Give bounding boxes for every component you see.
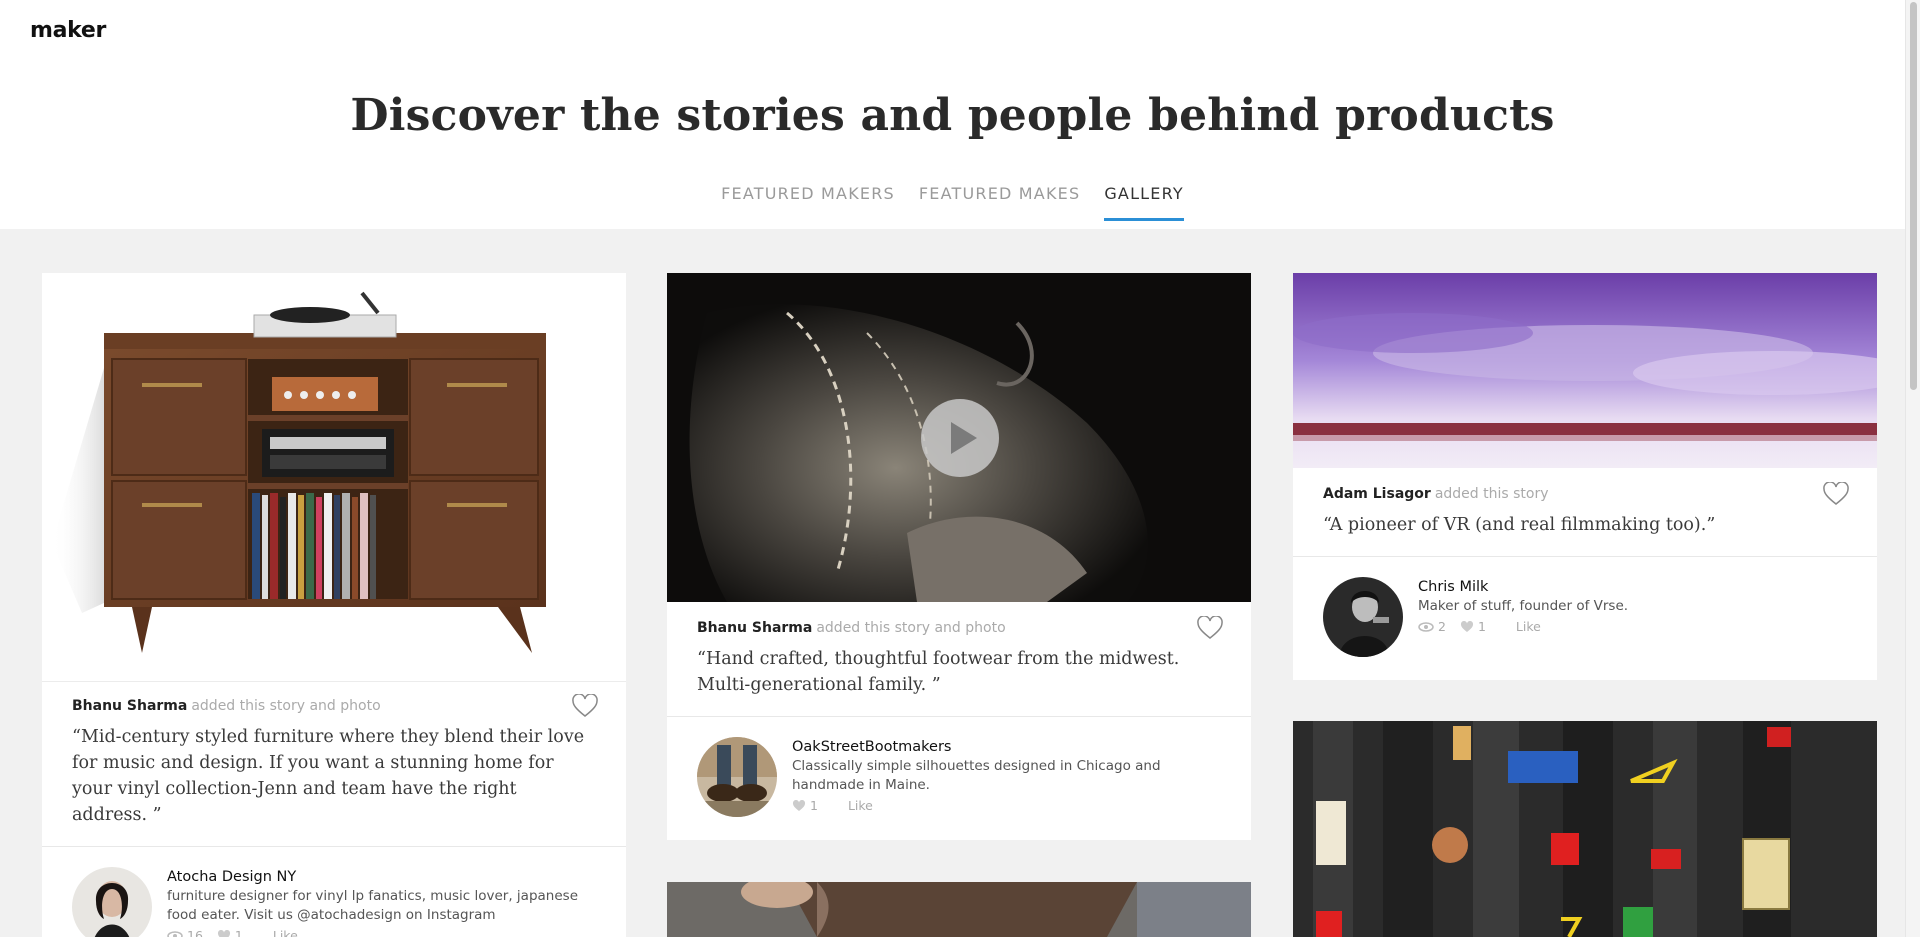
tab-gallery[interactable]: GALLERY [1104,184,1184,221]
likes-count: 1 [234,928,243,937]
sky-image [1293,273,1877,468]
play-button[interactable] [921,399,999,477]
gallery-card: Bhanu Sharma added this story and photo “… [42,273,626,937]
scrollbar-thumb[interactable] [1910,2,1917,390]
likes-stat: 1 [792,798,818,813]
header: maker Discover the stories and people be… [0,0,1905,229]
story-attribution: Bhanu Sharma added this story and photo [72,698,596,714]
views-stat: 2 [1418,619,1446,634]
tab-featured-makes[interactable]: FEATURED MAKES [919,184,1080,221]
maker-name[interactable]: Atocha Design NY [167,869,596,885]
heart-small-icon [1460,620,1473,632]
card-photo[interactable] [1293,273,1877,468]
story-quote: “A pioneer of VR (and real filmmaking to… [1323,515,1716,535]
story-action: added this story and photo [191,698,381,714]
likes-count: 1 [1477,619,1486,634]
like-button[interactable]: Like [273,928,298,937]
maker-description: Maker of stuff, founder of Vrse. [1418,598,1629,614]
views-count: 2 [1438,619,1446,634]
heart-icon[interactable] [1823,482,1849,506]
avatar[interactable] [697,737,777,817]
eye-icon [1418,621,1434,632]
card-meta: Bhanu Sharma added this story and photo “… [42,682,626,828]
story-author[interactable]: Bhanu Sharma [72,698,187,714]
heart-icon[interactable] [572,694,598,718]
card-video[interactable] [667,273,1251,602]
maker-name[interactable]: Chris Milk [1418,579,1628,595]
card-photo[interactable] [42,273,626,681]
avatar[interactable] [72,867,152,937]
story-quote: “Hand crafted, thoughtful footwear from … [697,649,1180,695]
furniture-image [52,291,546,653]
story-attribution: Adam Lisagor added this story [1323,486,1847,502]
like-button[interactable]: Like [848,798,873,813]
maker-profile: Chris Milk Maker of stuff, founder of Vr… [1293,557,1877,657]
story-action: added this story and photo [816,620,1006,636]
blocks-image [1293,721,1877,937]
heart-icon[interactable] [1197,616,1223,640]
gallery-card[interactable] [1293,721,1877,937]
gallery-card: Adam Lisagor added this story “A pioneer … [1293,273,1877,680]
tab-bar: FEATURED MAKERS FEATURED MAKES GALLERY [0,184,1905,221]
views-stat: 16 [167,928,203,937]
maker-name[interactable]: OakStreetBootmakers [792,739,1221,755]
avatar[interactable] [1323,577,1403,657]
story-author[interactable]: Adam Lisagor [1323,486,1431,502]
like-button[interactable]: Like [1516,619,1541,634]
maker-profile: Atocha Design NY furniture designer for … [42,847,626,937]
maker-stats: 2 1 Like [1418,619,1628,634]
card-meta: Adam Lisagor added this story “A pioneer … [1293,468,1877,538]
eye-icon [167,930,183,937]
story-quote: “Mid-century styled furniture where they… [72,727,585,825]
likes-count: 1 [810,798,818,813]
likes-stat: 1 [1460,619,1486,634]
heart-small-icon [792,799,806,811]
card-meta: Bhanu Sharma added this story and photo “… [667,602,1251,698]
maker-profile: OakStreetBootmakers Classically simple s… [667,717,1251,817]
likes-stat: 1 [217,928,243,937]
maker-stats: 16 1 Like [167,928,596,937]
views-count: 16 [187,928,203,937]
tab-featured-makers[interactable]: FEATURED MAKERS [721,184,895,221]
story-attribution: Bhanu Sharma added this story and photo [697,620,1221,636]
story-author[interactable]: Bhanu Sharma [697,620,812,636]
gallery-card: Bhanu Sharma added this story and photo “… [667,273,1251,840]
gallery-card[interactable] [667,882,1251,937]
maker-description: Classically simple silhouettes designed … [792,758,1161,793]
page-scrollbar[interactable] [1905,0,1920,937]
maker-description: furniture designer for vinyl lp fanatics… [167,888,578,923]
maker-stats: 1 Like [792,798,1221,813]
story-action: added this story [1434,486,1549,502]
site-logo[interactable]: maker [30,18,106,43]
heart-small-icon [217,929,230,937]
card-photo [667,882,1251,937]
page-title: Discover the stories and people behind p… [350,90,1555,141]
